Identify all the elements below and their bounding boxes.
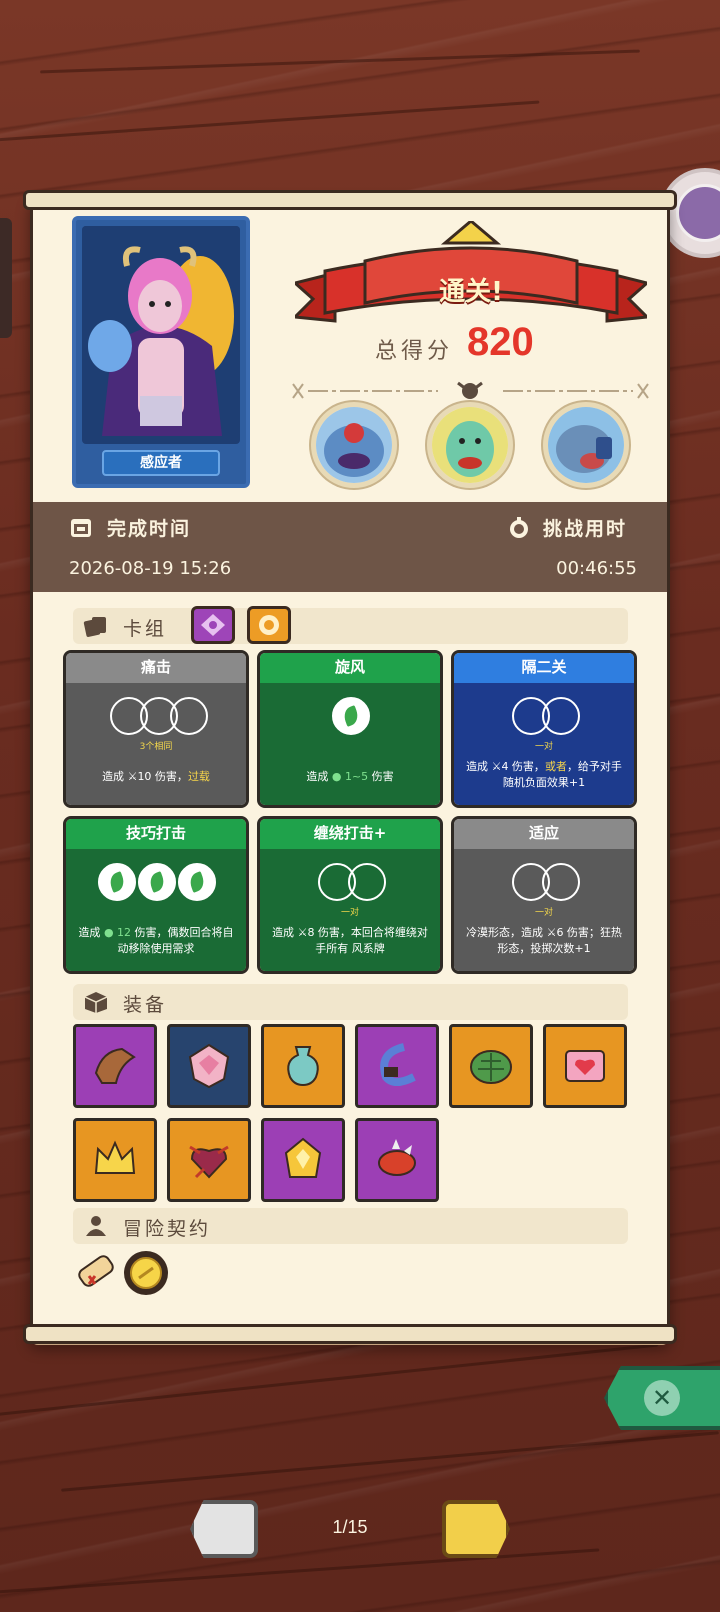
hero-portrait (82, 226, 240, 444)
wind-dice-slot (98, 863, 136, 901)
box-icon (84, 992, 108, 1013)
person-icon (86, 1216, 106, 1236)
challenge-time-value: 00:46:55 (556, 558, 637, 579)
crystal-dice-icon[interactable] (167, 1024, 251, 1108)
wind-dice-slot (332, 697, 370, 735)
card-title: 适应 (454, 819, 634, 849)
wind-dice-slot (178, 863, 216, 901)
hero-card[interactable]: 感应者 (72, 216, 250, 488)
card-title: 技巧打击 (66, 819, 246, 849)
orange-deck-filter[interactable] (247, 606, 291, 644)
boss-portrait-1[interactable] (311, 402, 397, 488)
heart-box-icon[interactable] (543, 1024, 627, 1108)
spiked-bracelet-icon[interactable] (355, 1118, 439, 1202)
card-jiqiao-daji[interactable]: 技巧打击 造成 ● 12 伤害，偶数回合将自动移除使用需求 (63, 816, 249, 974)
card-geerguan[interactable]: 隔二关 一对 造成 ⚔4 伤害，或者，给予对手随机负面效果+1 (451, 650, 637, 808)
wood-grain (40, 49, 640, 74)
card-title: 隔二关 (454, 653, 634, 683)
divider-ornament (288, 381, 653, 401)
wood-grain (61, 1431, 719, 1492)
vase-icon[interactable] (261, 1024, 345, 1108)
score-label: 总得分 (375, 339, 454, 364)
card-requirement: 3个相同 (139, 742, 173, 752)
score-value: 820 (467, 320, 534, 364)
result-panel: 感应者 通关! 总得分 820 完成时间 2026-08-19 15:26 挑战… (23, 190, 677, 1344)
scroll-icon[interactable] (69, 1248, 119, 1298)
card-shiying[interactable]: 适应 一对 冷漠形态，造成 ⚔6 伤害；狂热形态，投掷次数+1 (451, 816, 637, 974)
next-page-button[interactable] (442, 1500, 510, 1558)
page-indicator: 1/15 (332, 1517, 368, 1537)
card-description: 造成 ⚔10 伤害，过载 (102, 770, 210, 783)
victory-text: 通关! (439, 277, 503, 307)
hero-name: 感应者 (102, 450, 220, 476)
close-icon: ✕ (644, 1380, 680, 1416)
purple-deck-filter[interactable] (191, 606, 235, 644)
dice-slot (348, 863, 386, 901)
dice-slot (542, 697, 580, 735)
card-requirement: 一对 (534, 742, 553, 752)
boss-portrait-3[interactable] (543, 402, 629, 488)
hook-icon[interactable] (355, 1024, 439, 1108)
wind-dice-slot (138, 863, 176, 901)
card-requirement: 一对 (340, 908, 359, 918)
card-chanrao-daji-plus[interactable]: 缠绕打击+ 一对 造成 ⚔8 伤害，本回合将缠绕对手所有 风系牌 (257, 816, 443, 974)
card-title: 痛击 (66, 653, 246, 683)
card-description: 冷漠形态，造成 ⚔6 伤害；狂热形态，投掷次数+1 (466, 926, 622, 955)
wood-grain (0, 1548, 600, 1595)
challenge-time-label: 挑战用时 (543, 518, 628, 540)
card-requirement: 一对 (534, 908, 553, 918)
card-xuanfeng[interactable]: 旋风 造成 ● 1~5 伤害 (257, 650, 443, 808)
cards-icon (83, 617, 106, 637)
wood-grain (0, 100, 540, 143)
side-tab[interactable] (0, 218, 12, 338)
coin-icon[interactable] (121, 1248, 171, 1298)
card-tongji[interactable]: 痛击 3个相同 造成 ⚔10 伤害，过载 (63, 650, 249, 808)
thorn-heart-icon[interactable] (167, 1118, 251, 1202)
time-summary-bar: 完成时间 2026-08-19 15:26 挑战用时 00:46:55 (33, 502, 667, 592)
close-button[interactable]: ✕ (604, 1366, 720, 1430)
calendar-icon (71, 519, 91, 537)
completion-time-label: 完成时间 (107, 518, 192, 540)
deck-section-title: 卡组 (123, 618, 168, 640)
turtle-shell-icon[interactable] (449, 1024, 533, 1108)
contract-section-header: 冒险契约 (73, 1208, 628, 1244)
card-description: 造成 ● 12 伤害，偶数回合将自动移除使用需求 (78, 926, 234, 955)
wood-grain (0, 1343, 659, 1420)
boss-portrait-2[interactable] (427, 402, 513, 488)
card-title: 旋风 (260, 653, 440, 683)
contract-section-title: 冒险契约 (123, 1218, 212, 1240)
gem-icon[interactable] (261, 1118, 345, 1202)
victory-banner: 通关! (291, 219, 651, 331)
leather-armor-icon[interactable] (73, 1024, 157, 1108)
card-description: 造成 ⚔8 伤害，本回合将缠绕对手所有 风系牌 (272, 926, 428, 955)
dice-slot (542, 863, 580, 901)
card-title: 缠绕打击+ (260, 819, 440, 849)
previous-page-button[interactable] (190, 1500, 258, 1558)
dice-slot (170, 697, 208, 735)
card-description: 造成 ⚔4 伤害，或者，给予对手随机负面效果+1 (466, 760, 622, 789)
stopwatch-icon (510, 517, 528, 538)
card-description: 造成 ● 1~5 伤害 (306, 770, 394, 783)
completion-time-value: 2026-08-19 15:26 (69, 558, 232, 579)
equipment-section-title: 装备 (123, 994, 168, 1016)
deck-section-header: 卡组 (73, 608, 628, 644)
equipment-section-header: 装备 (73, 984, 628, 1020)
crown-icon[interactable] (73, 1118, 157, 1202)
